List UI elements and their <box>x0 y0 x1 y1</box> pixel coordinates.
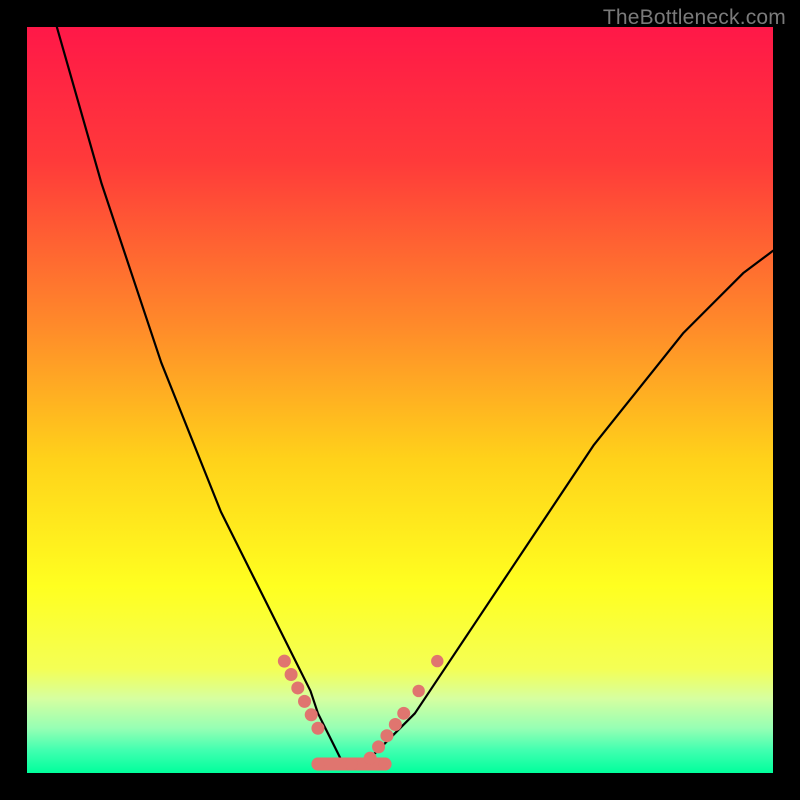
chart-frame <box>27 27 773 773</box>
bottleneck-chart <box>27 27 773 773</box>
gradient-background <box>27 27 773 773</box>
watermark-text: TheBottleneck.com <box>603 6 786 30</box>
